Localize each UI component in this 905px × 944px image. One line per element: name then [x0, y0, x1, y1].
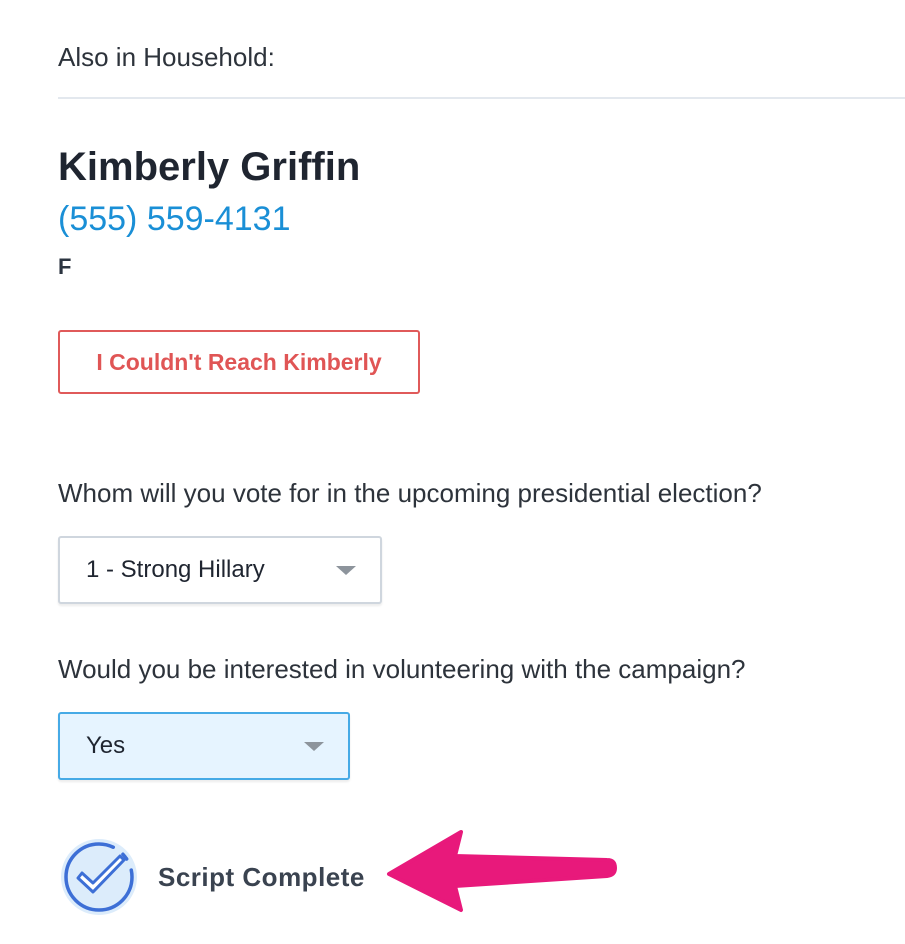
vote-choice-selected-value: 1 - Strong Hillary	[86, 556, 265, 583]
couldnt-reach-button[interactable]: I Couldn't Reach Kimberly	[58, 330, 420, 394]
question-vote-choice: Whom will you vote for in the upcoming p…	[58, 478, 762, 508]
arrow-left-icon	[387, 830, 617, 912]
chevron-down-icon	[304, 742, 324, 751]
volunteer-select[interactable]: Yes	[58, 712, 350, 780]
script-complete-label: Script Complete	[158, 861, 365, 892]
question-volunteer: Would you be interested in volunteering …	[58, 654, 746, 684]
contact-gender: F	[58, 254, 72, 279]
household-heading: Also in Household:	[58, 42, 275, 72]
contact-name: Kimberly Griffin	[58, 145, 361, 189]
volunteer-selected-value: Yes	[86, 732, 126, 759]
check-circle-icon	[61, 839, 137, 915]
contact-phone-link[interactable]: (555) 559-4131	[58, 200, 291, 239]
chevron-down-icon	[336, 566, 356, 575]
vote-choice-select[interactable]: 1 - Strong Hillary	[58, 536, 382, 604]
script-complete-button[interactable]: Script Complete	[58, 836, 365, 918]
divider	[58, 97, 905, 99]
